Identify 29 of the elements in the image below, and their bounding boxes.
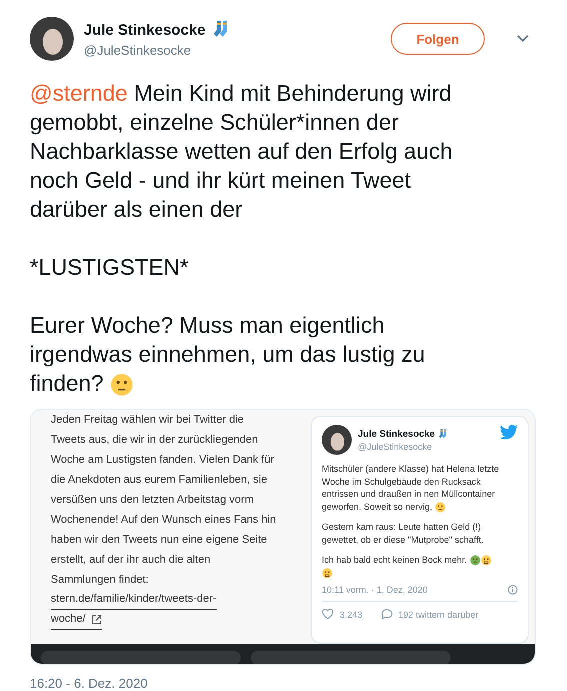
heart-icon — [322, 609, 334, 620]
avatar — [322, 425, 352, 455]
embedded-tweet-text: Ich hab bald echt keinen Bock mehr. — [322, 554, 518, 579]
nauseated-face-icon — [470, 555, 481, 566]
embedded-author-handle: @JuleStinkesocke — [358, 442, 434, 452]
author-name[interactable]: Jule Stinkesocke — [84, 22, 206, 38]
external-link-icon — [92, 614, 102, 624]
bird-icon — [500, 425, 518, 440]
embedded-author-name: Jule Stinkesocke — [358, 428, 436, 440]
embedded-tweet-time: 10:11 vorm. · 1. Dez. 2020 — [322, 585, 428, 595]
article-link[interactable]: stern.de/familie/kinder/tweets-der- — [51, 590, 217, 610]
info-icon — [508, 585, 518, 595]
article-text: Jeden Freitag wählen wir bei Twitter die Tweets aus, die wir in der zurückliegenden Woche am Lustigsten fanden. Vielen Dank für die Anekdoten aus eurem Familienleben, sie versüßen uns den letzten Arbeitstag vorm Wochenende! Auf den Wunsch eines Fans hin haben wir den Tweets nun eine eigene Seite erstellt, auf der ihr auch die alten Sammlungen findet: — [51, 413, 277, 588]
comment-icon — [380, 609, 393, 620]
embedded-tweet-text: Gestern kam raus: Leute hatten Geld (!) gewettet, ob er diese "Mutprobe" schafft. — [322, 521, 485, 546]
tweet-text: @sternde Mein Kind mit Behinderung wird gemobbt, einzelne Schüler*innen der Nachbarklasse wetten auf den Erfolg auch noch Geld - und ihr kürt meinen Tweet darüber als einen der — [30, 80, 454, 224]
tweet-text: Eurer Woche? Muss man eigentlich irgendwas einnehmen, um das lustig zu finden? — [30, 312, 426, 398]
socks-icon — [438, 428, 450, 440]
follow-button[interactable]: Folgen — [391, 23, 485, 55]
article-link[interactable]: woche/ — [51, 610, 102, 630]
like-count: 3.243 — [340, 610, 363, 620]
embedded-tweet-text: Mitschüler (andere Klasse) hat Helena letzte Woche im Schulgebäude den Rucksack entrissen und draußen in nen Müllcontainer geworfen. Soweit so nervig. — [322, 463, 500, 513]
tweet-timestamp[interactable]: 16:20 - 6. Dez. 2020 — [30, 676, 537, 691]
reply-count: 192 twittern darüber — [398, 610, 479, 620]
mention-link[interactable]: @sternde — [30, 81, 128, 106]
caret-icon[interactable] — [517, 35, 529, 43]
tweet-text: *LUSTIGSTEN* — [30, 254, 190, 282]
avatar — [30, 17, 74, 61]
author-handle[interactable]: @JuleStinkesocke — [84, 43, 381, 58]
